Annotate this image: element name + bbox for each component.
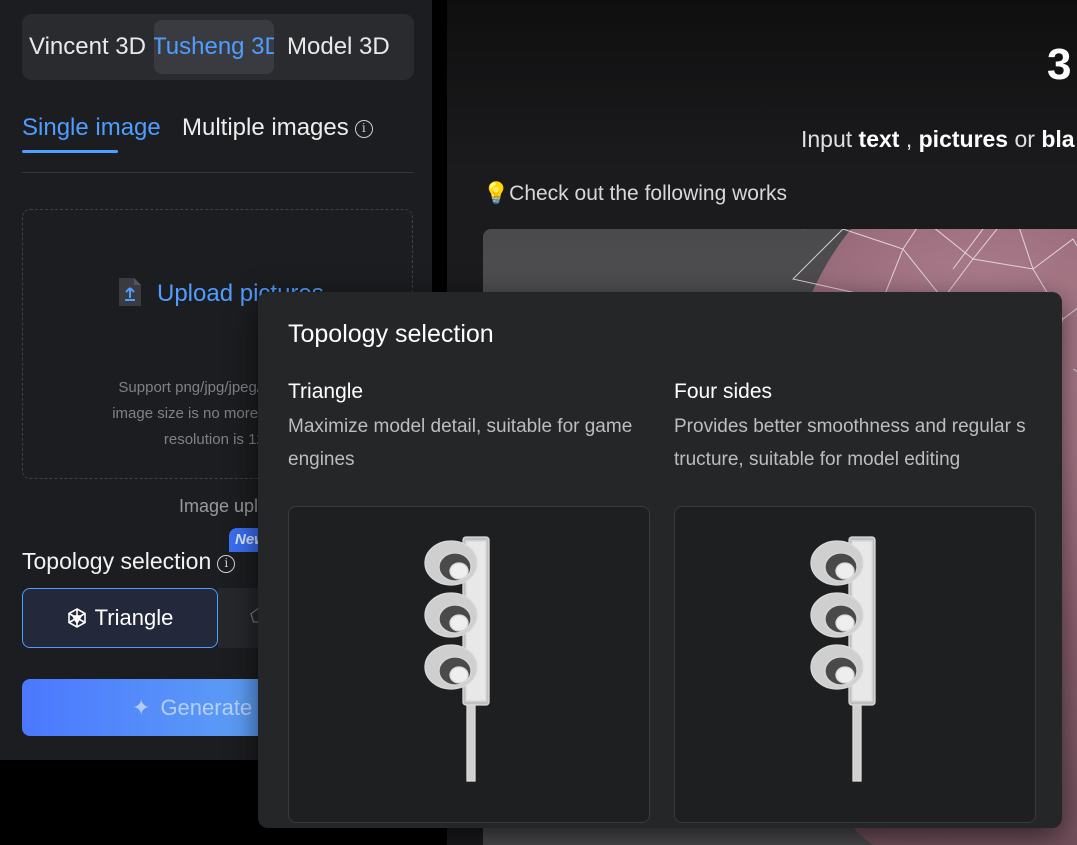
hero-subtitle: Input text , pictures or bla <box>801 126 1075 153</box>
generate-label: Generate <box>160 694 253 720</box>
tab-model-3d[interactable]: Model 3D <box>287 20 390 74</box>
topology-popover: Topology selection Triangle Maximize mod… <box>258 292 1062 828</box>
mode-tabs: Vincent 3D Tusheng 3D Model 3D <box>22 14 414 80</box>
triangle-topology-button[interactable]: Triangle <box>22 588 218 648</box>
option-desc-line: engines <box>288 449 355 470</box>
topology-label: Topology selection i <box>22 548 236 575</box>
tab-vincent-3d[interactable]: Vincent 3D <box>29 20 146 74</box>
tab-multiple-images[interactable]: Multiple images i <box>182 114 373 142</box>
hero-pictures: pictures <box>918 126 1009 152</box>
sparkle-icon: ✦ <box>132 694 151 720</box>
option-title: Four sides <box>674 380 773 403</box>
option-preview <box>288 506 650 823</box>
hero-sep: , <box>899 126 919 152</box>
hero-input-prefix: Input <box>801 126 859 152</box>
option-description: Provides better smoothness and regular s… <box>674 410 1036 476</box>
hero-title: 3 <box>1047 40 1072 89</box>
option-four-sides[interactable]: Four sides Provides better smoothness an… <box>674 380 1036 823</box>
triangle-label: Triangle <box>94 605 174 630</box>
hero-blank: bla <box>1041 126 1075 152</box>
active-tab-indicator <box>22 150 118 153</box>
tab-single-image[interactable]: Single image <box>22 114 161 142</box>
tab-tusheng-3d[interactable]: Tusheng 3D <box>154 20 274 74</box>
option-description: Maximize model detail, suitable for game… <box>288 410 650 476</box>
check-works-text: Check out the following works <box>509 182 787 205</box>
image-mode-tabs: Single image Multiple images i <box>22 110 413 173</box>
upload-file-icon <box>119 278 141 306</box>
info-icon[interactable]: i <box>354 120 373 138</box>
traffic-light-image <box>424 536 490 782</box>
triangle-mesh-icon <box>67 608 86 628</box>
option-title: Triangle <box>288 380 364 403</box>
traffic-light-image <box>810 536 876 782</box>
option-desc-line: Provides better smoothness and regular s <box>674 416 1026 437</box>
hero-text: text <box>858 126 900 152</box>
lightbulb-icon: 💡 <box>483 182 510 205</box>
option-desc-line: tructure, suitable for model editing <box>674 449 961 470</box>
option-preview <box>674 506 1036 823</box>
topology-label-text: Topology selection <box>22 548 212 574</box>
info-icon[interactable]: i <box>217 555 236 573</box>
image-upload-hint: Image upl <box>179 496 259 516</box>
option-triangle[interactable]: Triangle Maximize model detail, suitable… <box>288 380 650 823</box>
hero-or: or <box>1008 126 1042 152</box>
check-works-label: 💡Check out the following works <box>483 182 787 206</box>
option-desc-line: Maximize model detail, suitable for game <box>288 416 633 437</box>
tab-multiple-images-label: Multiple images <box>182 114 349 141</box>
popover-title: Topology selection <box>288 320 494 348</box>
